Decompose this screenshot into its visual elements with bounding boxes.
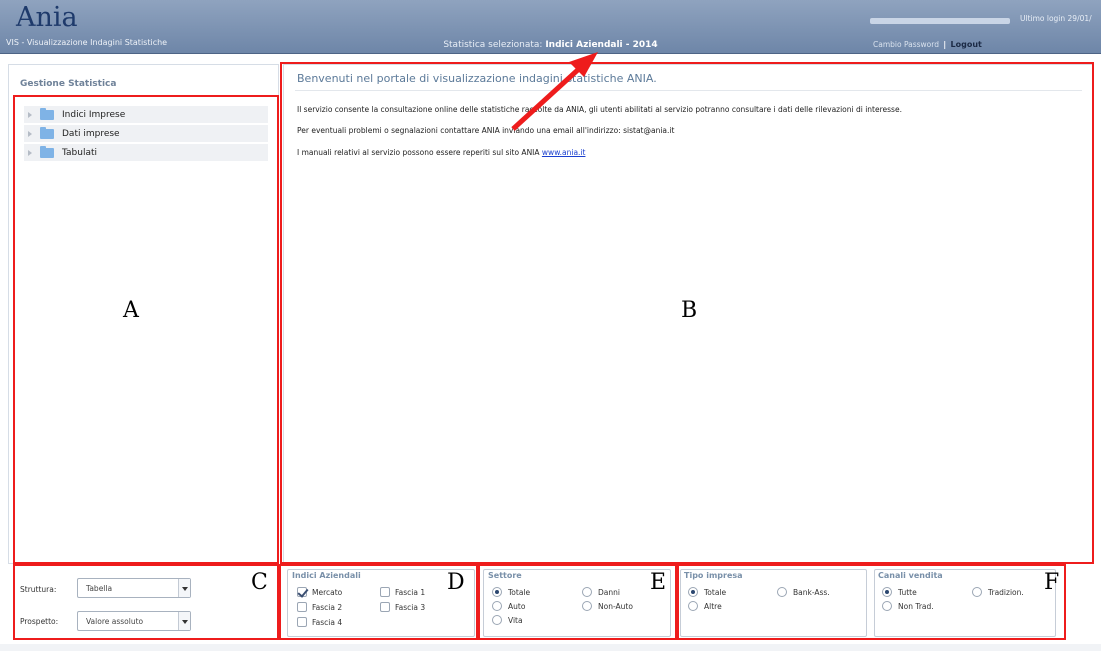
annotation-arrow-shaft bbox=[511, 65, 583, 131]
annotation-arrow-overlay bbox=[511, 52, 598, 131]
